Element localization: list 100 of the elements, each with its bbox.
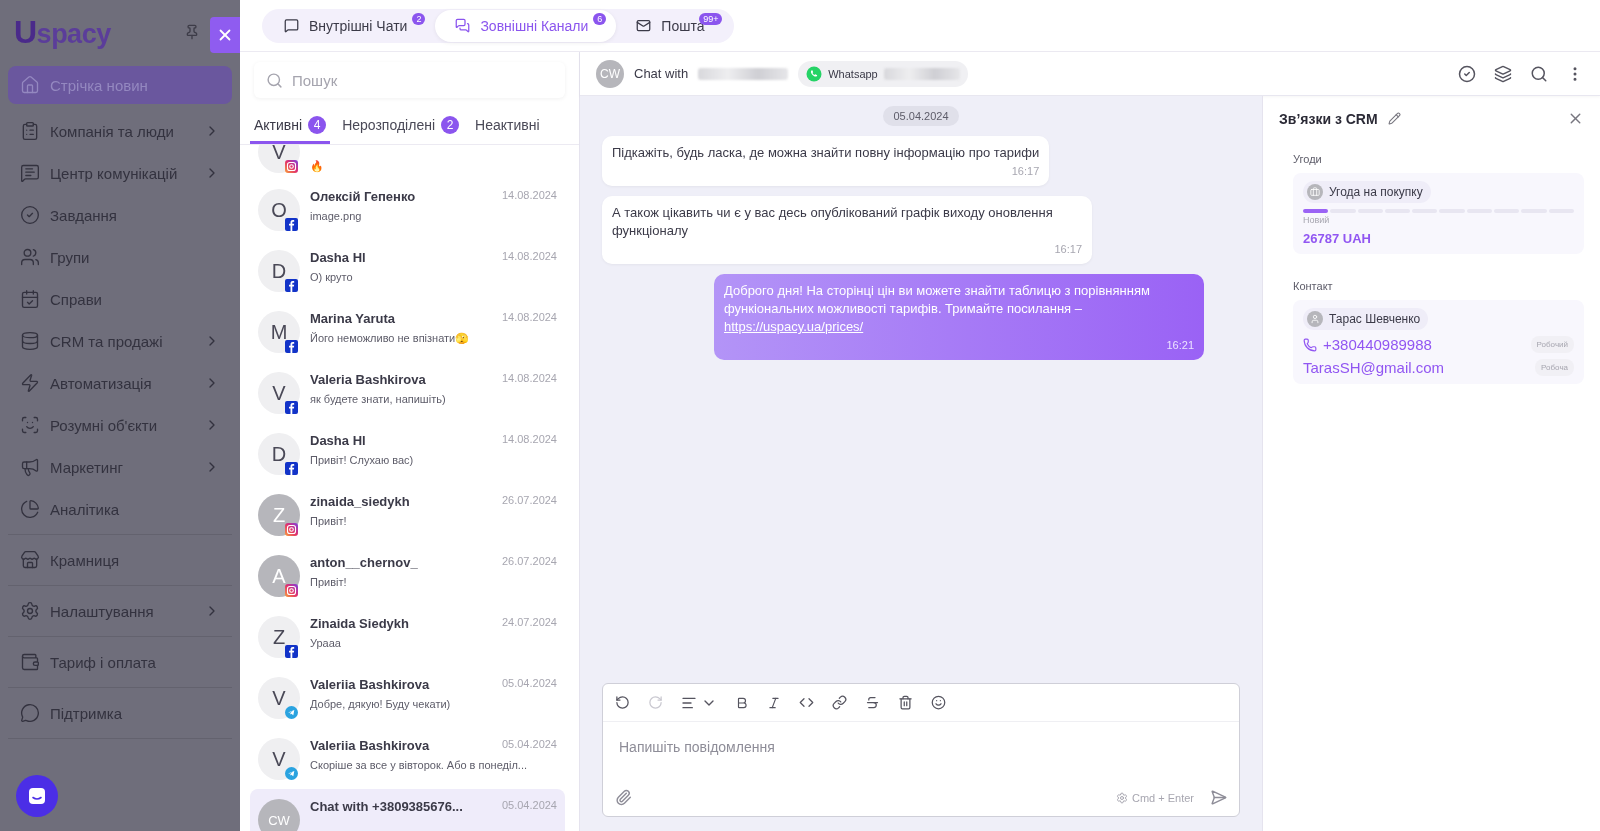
avatar: V [258, 372, 300, 414]
chat-list-item[interactable]: D Dasha Hl 14.08.2024 Привіт! Слухаю вас) [250, 423, 565, 484]
channel-chip: Whatsapp [798, 60, 968, 87]
menu-item-icon [20, 121, 40, 141]
edit-icon[interactable] [1387, 112, 1401, 125]
phone-link[interactable]: +380440989988 [1323, 336, 1432, 353]
chat-date: 14.08.2024 [501, 433, 557, 447]
code-icon[interactable] [799, 695, 814, 710]
italic-icon[interactable] [767, 695, 781, 710]
stage-label: Новий [1303, 215, 1331, 225]
chat-date: 05.04.2024 [501, 677, 557, 691]
chat-list-item[interactable]: V Valeriia Bashkirova 05.04.2024 Скоріше за все у вівторок. Або в понеділ... [250, 728, 565, 789]
send-icon[interactable] [1210, 789, 1227, 806]
menu-item-icon [20, 601, 40, 621]
avatar: V [258, 738, 300, 780]
send-shortcut-hint: Cmd + Enter [1115, 791, 1194, 804]
message-preview: Скоріше за все у вівторок. Або в понеділ... [310, 759, 528, 771]
check-circle-icon[interactable] [1458, 64, 1476, 83]
menu-item-icon [20, 331, 40, 351]
chat-date: 26.07.2024 [501, 494, 557, 508]
chat-list-item[interactable]: O Олексій Гепенко 14.08.2024 image.png [250, 179, 565, 240]
avatar: CW [596, 59, 624, 88]
contact-name: Valeriia Bashkirova [310, 738, 430, 753]
chat-list-item[interactable]: Z Zinaida Siedykh 24.07.2024 Урааа [250, 606, 565, 667]
avatar: Z [258, 494, 300, 536]
chat-list-item[interactable]: V 🔥 [250, 145, 565, 179]
emoji-icon[interactable] [931, 695, 946, 710]
link-icon[interactable] [832, 695, 847, 710]
menu-item-icon [20, 247, 40, 267]
avatar: O [258, 189, 300, 231]
contact-name: Marina Yaruta [310, 311, 396, 326]
menu-item-icon [20, 289, 40, 309]
menu-item-icon [20, 457, 40, 477]
message-preview: Його неможливо не впізнати🫣 [310, 332, 471, 345]
trash-icon[interactable] [898, 695, 913, 710]
count-badge: 2 [412, 12, 426, 25]
contact-name: Zinaida Siedykh [310, 616, 409, 631]
message-bubble: Доброго дня! На сторінці цін ви можете знайти таблицю з порівнянням функіональних можливості тарифів. Тримайте посилання – https://uspacy.ua/prices/ 16:21 [714, 274, 1204, 360]
tab-icon [455, 18, 471, 33]
paperclip-icon[interactable] [615, 789, 632, 806]
message-preview: 🔥 [310, 160, 325, 173]
avatar: D [258, 250, 300, 292]
email-link[interactable]: TarasSH@gmail.com [1303, 359, 1445, 376]
filter-tab[interactable]: Нерозподілені 2 [338, 108, 463, 144]
section-label: Угоди [1293, 153, 1323, 165]
briefcase-icon [1307, 184, 1323, 200]
avatar: CW [258, 799, 300, 831]
chat-list-item[interactable]: Z zinaida_siedykh 26.07.2024 Привіт! [250, 484, 565, 545]
search-icon [266, 72, 283, 89]
contact-chip[interactable]: Тарас Шевченко [1303, 308, 1429, 330]
deal-amount: 26787 UAH [1303, 231, 1372, 246]
close-button[interactable] [210, 17, 240, 53]
panel-title: Зв’язки з CRM [1279, 110, 1378, 127]
chat-date: 14.08.2024 [501, 189, 557, 203]
contact-name: Dasha Hl [310, 433, 366, 448]
bold-icon[interactable] [735, 695, 749, 710]
contact-name: Олексій Гепенко [310, 189, 416, 204]
count-badge: 4 [308, 115, 327, 134]
channel-tab[interactable]: Внутрішні Чати 2 [264, 9, 436, 42]
gear-icon [1115, 791, 1128, 804]
chat-list-item[interactable]: CW Chat with +3809385676... 05.04.2024 [250, 789, 565, 831]
message-preview: Привіт! Слухаю вас) [310, 454, 415, 466]
menu-item-icon [20, 550, 40, 570]
search-icon[interactable] [1530, 64, 1548, 83]
undo-icon[interactable] [615, 695, 630, 710]
section-label: Контакт [1293, 280, 1334, 292]
chat-date: 14.08.2024 [501, 311, 557, 325]
chat-list-item[interactable]: M Marina Yaruta 14.08.2024 Його неможливо не впізнати🫣 [250, 301, 565, 362]
chat-list-item[interactable]: A anton__chernov_ 26.07.2024 Привіт! [250, 545, 565, 606]
chat-date: 14.08.2024 [501, 372, 557, 386]
chat-title: Chat with [634, 66, 689, 81]
contact-name: Valeria Bashkirova [310, 372, 426, 387]
chat-date: 24.07.2024 [501, 616, 557, 630]
chat-date: 14.08.2024 [501, 250, 557, 264]
layers-icon[interactable] [1494, 64, 1512, 83]
chat-list-item[interactable]: D Dasha Hl 14.08.2024 О) круто [250, 240, 565, 301]
channel-tab[interactable]: Зовнішні Канали 6 [435, 9, 617, 42]
search-field[interactable]: Пошук [254, 62, 565, 98]
support-chat-button[interactable] [16, 775, 58, 817]
contact-name: Dasha Hl [310, 250, 366, 265]
person-icon [1307, 311, 1323, 327]
menu-item-icon [20, 373, 40, 393]
phone-icon [1303, 337, 1317, 352]
count-badge: 2 [441, 115, 459, 134]
message-preview: Привіт! [310, 576, 348, 588]
menu-item-icon [20, 703, 40, 723]
chat-date: 05.04.2024 [501, 738, 557, 752]
chat-list-item[interactable]: V Valeriia Bashkirova 05.04.2024 Добре, дякую! Буду чекати) [250, 667, 565, 728]
menu-item-icon [20, 652, 40, 672]
chat-list-item[interactable]: V Valeria Bashkirova 14.08.2024 як будете знати, напишіть) [250, 362, 565, 423]
filter-tab[interactable]: Неактивні [471, 108, 544, 144]
avatar: D [258, 433, 300, 475]
avatar: Z [258, 616, 300, 658]
deal-chip[interactable]: Угода на покупку [1303, 181, 1431, 203]
contact-name: anton__chernov_ [310, 555, 418, 570]
strikethrough-icon[interactable] [865, 695, 880, 710]
contact-name: Chat with +3809385676... [310, 799, 463, 814]
menu-item-icon [20, 415, 40, 435]
menu-item-icon [20, 163, 40, 183]
tab-icon [636, 18, 652, 33]
